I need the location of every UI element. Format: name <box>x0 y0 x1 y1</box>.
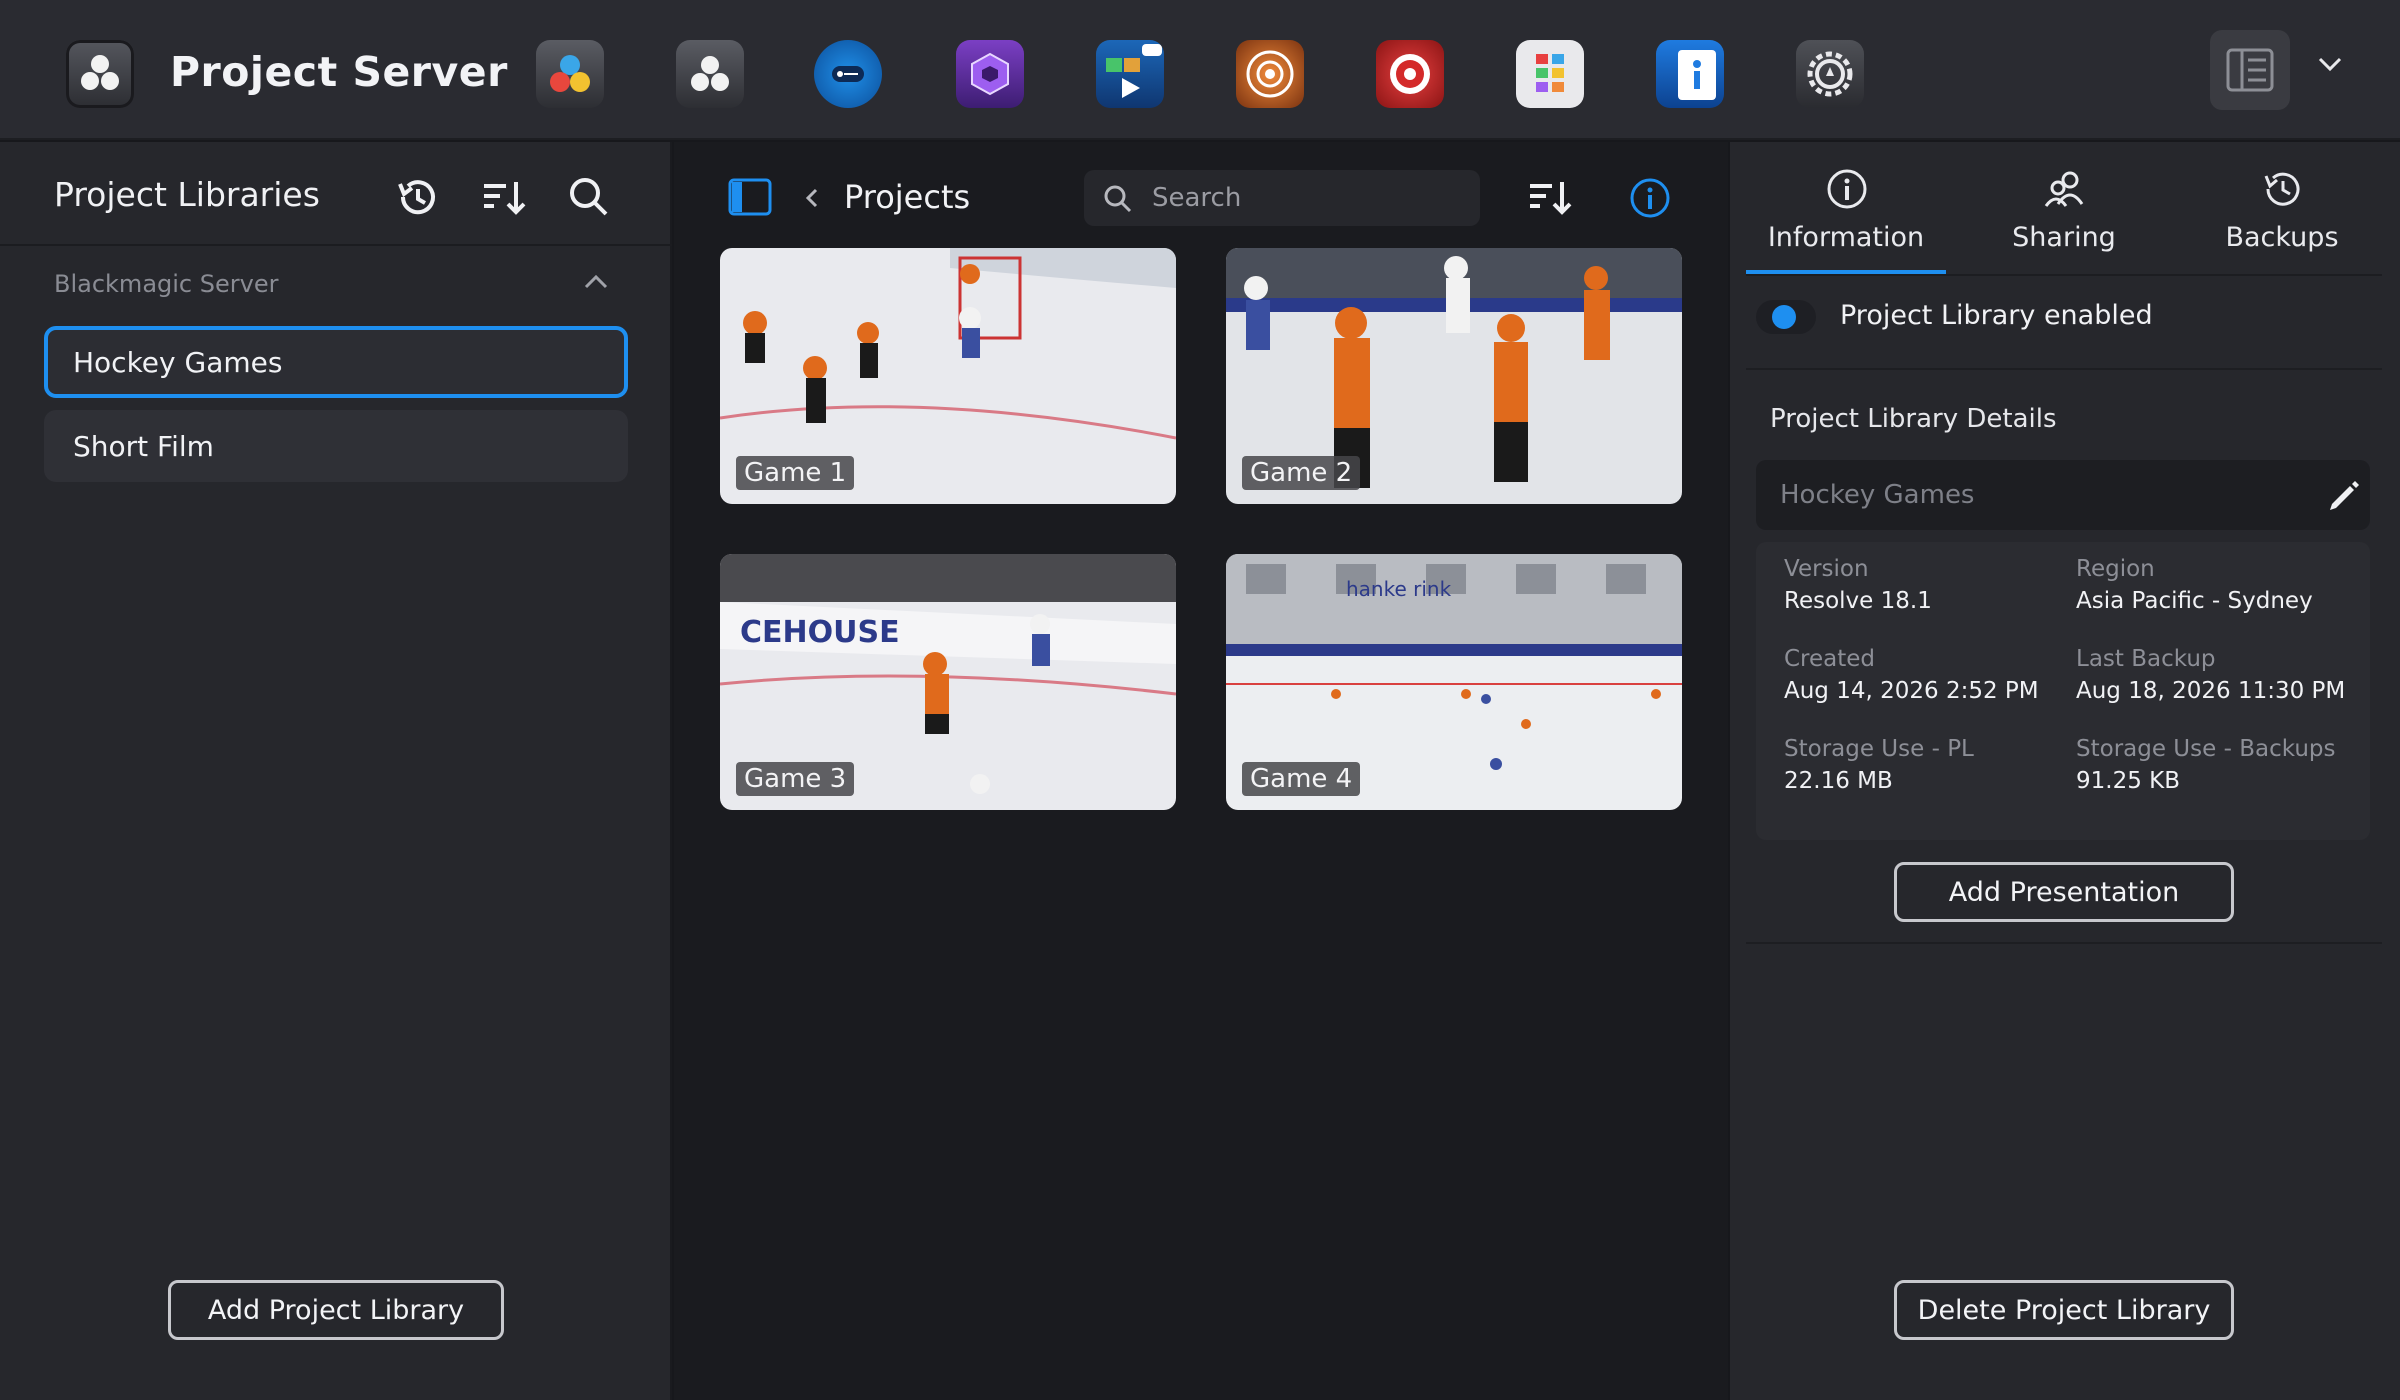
project-thumbnail-game-4[interactable]: hanke rink Game 4 <box>1226 554 1682 810</box>
region-label: Region <box>2076 556 2155 582</box>
toggle-label: Project Library enabled <box>1840 300 2153 331</box>
sort-icon[interactable] <box>1526 176 1574 224</box>
server-section-label: Blackmagic Server <box>54 270 279 298</box>
library-item-label: Short Film <box>73 429 214 463</box>
library-item-label: Hockey Games <box>73 345 283 379</box>
project-thumbnail-game-3[interactable]: CEHOUSE Game 3 <box>720 554 1176 810</box>
hexagon-app-icon[interactable] <box>956 40 1024 108</box>
tab-information[interactable]: Information <box>1746 168 1946 258</box>
sort-icon[interactable] <box>480 174 528 224</box>
settings-icon[interactable] <box>1796 40 1864 108</box>
delete-project-library-button[interactable]: Delete Project Library <box>1894 1280 2234 1340</box>
library-name-input[interactable] <box>1780 476 2280 514</box>
davinci-resolve-icon[interactable] <box>536 40 604 108</box>
info-panel: Information Sharing Backups Project Libr… <box>1730 142 2400 1400</box>
divider <box>1746 942 2382 944</box>
created-label: Created <box>1784 646 1876 672</box>
library-metadata: Version Resolve 18.1 Region Asia Pacific… <box>1756 542 2370 840</box>
sidebar-toggle-icon[interactable] <box>728 176 774 222</box>
tab-backups[interactable]: Backups <box>2182 168 2382 258</box>
projects-panel: Projects Game 1 <box>674 142 1728 1400</box>
project-label: Game 2 <box>1242 456 1361 490</box>
divider <box>1746 274 2382 276</box>
last-backup-value: Aug 18, 2026 11:30 PM <box>2076 678 2346 704</box>
chevron-left-icon[interactable] <box>804 186 820 214</box>
history-icon <box>2264 172 2300 206</box>
library-item-hockey-games[interactable]: Hockey Games <box>44 326 628 398</box>
project-thumbnail-game-1[interactable]: Game 1 <box>720 248 1176 504</box>
license-key-icon[interactable] <box>814 40 882 108</box>
users-icon <box>2044 171 2084 207</box>
project-thumbnail-game-2[interactable]: Game 2 <box>1226 248 1682 504</box>
search-box[interactable] <box>1084 170 1480 226</box>
top-bar: Project Server <box>0 0 2400 140</box>
version-label: Version <box>1784 556 1869 582</box>
project-server-icon[interactable] <box>676 40 744 108</box>
library-enabled-toggle[interactable] <box>1756 300 1816 334</box>
chevron-down-icon[interactable] <box>2318 55 2342 79</box>
color-grid-icon[interactable] <box>1516 40 1584 108</box>
tab-sharing[interactable]: Sharing <box>1964 168 2164 258</box>
version-value: Resolve 18.1 <box>1784 588 1932 614</box>
divider <box>0 244 672 246</box>
search-icon[interactable] <box>566 174 612 224</box>
storage-backups-label: Storage Use - Backups <box>2076 736 2336 762</box>
storage-pl-value: 22.16 MB <box>1784 768 1893 794</box>
active-tab-indicator <box>1746 270 1946 274</box>
library-name-field[interactable] <box>1756 460 2370 530</box>
details-title: Project Library Details <box>1770 404 2057 434</box>
app-title: Project Server <box>170 48 508 96</box>
chevron-up-icon[interactable] <box>584 274 608 294</box>
toggle-knob <box>1772 305 1796 329</box>
storage-pl-label: Storage Use - PL <box>1784 736 1974 762</box>
project-label: Game 3 <box>736 762 855 796</box>
project-label: Game 4 <box>1242 762 1361 796</box>
search-input[interactable] <box>1152 180 1452 216</box>
add-project-library-button[interactable]: Add Project Library <box>168 1280 504 1340</box>
info-cards-icon[interactable] <box>1656 40 1724 108</box>
svg-text:CEHOUSE: CEHOUSE <box>740 615 900 650</box>
divider <box>1746 368 2382 370</box>
network-target-icon[interactable] <box>1236 40 1304 108</box>
project-label: Game 1 <box>736 456 855 490</box>
panel-title: Project Libraries <box>54 175 320 214</box>
svg-text:hanke rink: hanke rink <box>1346 577 1452 601</box>
pencil-icon[interactable] <box>2324 476 2362 518</box>
broadcast-icon[interactable] <box>1376 40 1444 108</box>
info-icon <box>1827 169 1867 209</box>
tab-label: Sharing <box>2012 222 2116 253</box>
davinci-resolve-project-server-icon[interactable] <box>66 40 134 108</box>
add-presentation-button[interactable]: Add Presentation <box>1894 862 2234 922</box>
project-libraries-panel: Project Libraries Blackmagic Server Hock… <box>0 142 672 1400</box>
presentation-chat-icon[interactable] <box>1096 40 1164 108</box>
tab-label: Information <box>1767 222 1925 253</box>
created-value: Aug 14, 2026 2:52 PM <box>1784 678 2039 704</box>
history-icon[interactable] <box>394 174 442 224</box>
panel-layout-icon[interactable] <box>2210 30 2290 110</box>
library-item-short-film[interactable]: Short Film <box>44 410 628 482</box>
last-backup-label: Last Backup <box>2076 646 2216 672</box>
breadcrumb[interactable]: Projects <box>844 178 970 216</box>
storage-backups-value: 91.25 KB <box>2076 768 2181 794</box>
search-icon <box>1102 183 1134 219</box>
region-value: Asia Pacific - Sydney <box>2076 588 2313 614</box>
tab-label: Backups <box>2225 222 2339 253</box>
info-icon[interactable] <box>1628 176 1672 224</box>
